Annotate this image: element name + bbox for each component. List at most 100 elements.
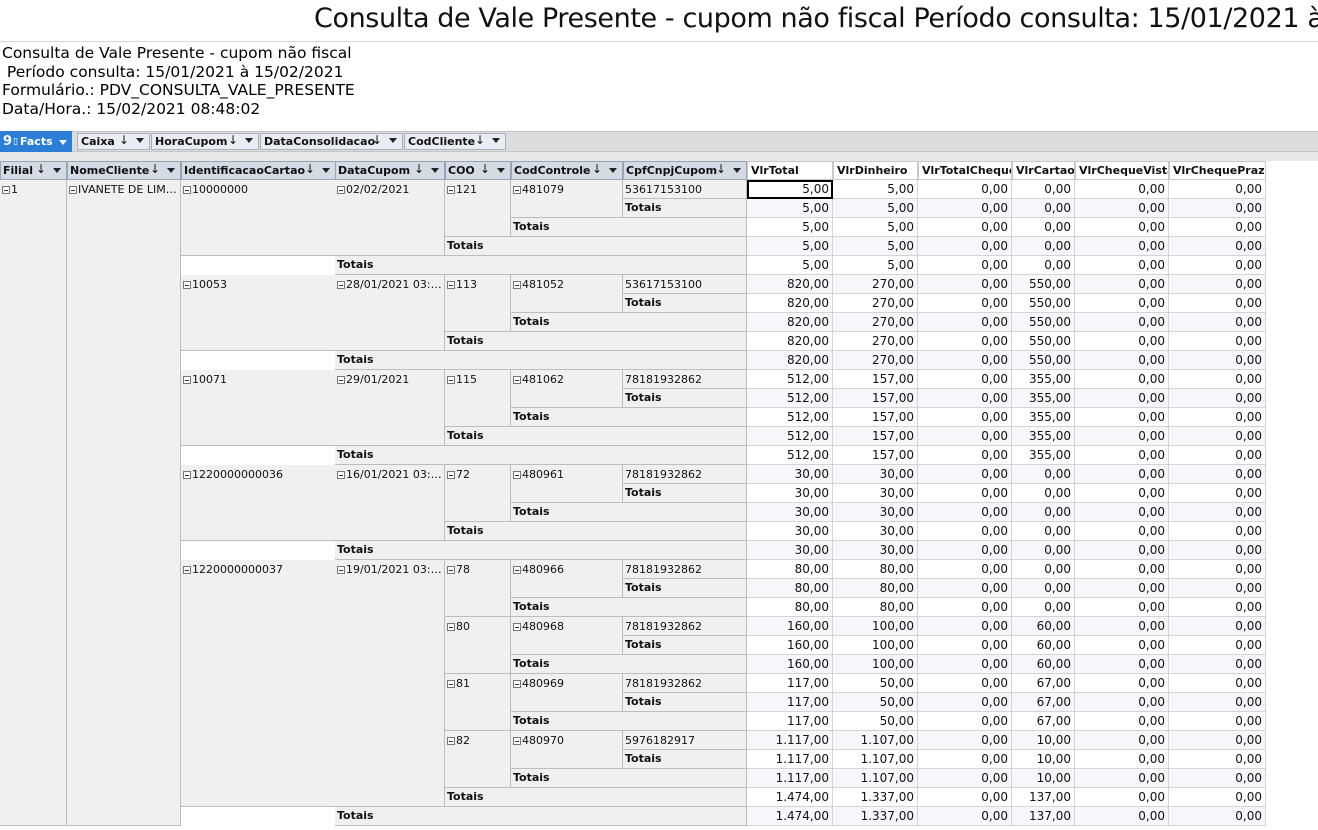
- value-cell-vlrtotalcheque[interactable]: 0,00: [918, 769, 1012, 788]
- coo-cell[interactable]: 113: [445, 275, 511, 332]
- value-cell-vlrdinheiro[interactable]: 80,00: [833, 560, 918, 579]
- value-cell-vlrchequevista[interactable]: 0,00: [1075, 275, 1169, 294]
- collapse-icon[interactable]: [447, 737, 455, 745]
- value-cell-vlrtotalcheque[interactable]: 0,00: [918, 294, 1012, 313]
- data-cupom-cell[interactable]: 28/01/2021 03:…: [335, 275, 445, 351]
- value-cell-vlrchequeprazo[interactable]: 0,00: [1169, 446, 1266, 465]
- value-cell-vlrtotal[interactable]: 5,00: [747, 256, 833, 275]
- chevron-down-icon[interactable]: [733, 168, 741, 173]
- value-cell-vlrdinheiro[interactable]: 1.337,00: [833, 788, 918, 807]
- chevron-down-icon[interactable]: [389, 138, 397, 143]
- value-cell-vlrchequeprazo[interactable]: 0,00: [1169, 655, 1266, 674]
- chevron-down-icon[interactable]: [245, 138, 253, 143]
- column-header-vlrtotal[interactable]: VlrTotal: [747, 161, 833, 180]
- value-cell-vlrcartao[interactable]: 60,00: [1012, 636, 1075, 655]
- value-cell-vlrchequeprazo[interactable]: 0,00: [1169, 750, 1266, 769]
- value-cell-vlrcartao[interactable]: 355,00: [1012, 389, 1075, 408]
- value-cell-vlrdinheiro[interactable]: 157,00: [833, 427, 918, 446]
- value-cell-vlrdinheiro[interactable]: 50,00: [833, 693, 918, 712]
- value-cell-vlrtotal[interactable]: 1.117,00: [747, 731, 833, 750]
- value-cell-vlrtotalcheque[interactable]: 0,00: [918, 218, 1012, 237]
- value-cell-vlrtotalcheque[interactable]: 0,00: [918, 313, 1012, 332]
- collapse-icon[interactable]: [513, 737, 521, 745]
- value-cell-vlrtotalcheque[interactable]: 0,00: [918, 617, 1012, 636]
- value-cell-vlrchequeprazo[interactable]: 0,00: [1169, 351, 1266, 370]
- collapse-icon[interactable]: [447, 471, 455, 479]
- value-cell-vlrcartao[interactable]: 10,00: [1012, 731, 1075, 750]
- value-cell-vlrdinheiro[interactable]: 5,00: [833, 199, 918, 218]
- value-cell-vlrchequeprazo[interactable]: 0,00: [1169, 579, 1266, 598]
- value-cell-vlrdinheiro[interactable]: 30,00: [833, 465, 918, 484]
- value-cell-vlrcartao[interactable]: 0,00: [1012, 180, 1075, 199]
- collapse-icon[interactable]: [513, 471, 521, 479]
- value-cell-vlrtotalcheque[interactable]: 0,00: [918, 674, 1012, 693]
- value-cell-vlrdinheiro[interactable]: 157,00: [833, 370, 918, 389]
- value-cell-vlrtotal[interactable]: 1.474,00: [747, 807, 833, 826]
- value-cell-vlrdinheiro[interactable]: 1.107,00: [833, 731, 918, 750]
- collapse-icon[interactable]: [513, 281, 521, 289]
- data-cupom-cell[interactable]: 19/01/2021 03:…: [335, 560, 445, 807]
- value-cell-vlrtotal[interactable]: 5,00: [747, 199, 833, 218]
- collapse-icon[interactable]: [447, 376, 455, 384]
- coo-cell[interactable]: 121: [445, 180, 511, 237]
- value-cell-vlrchequeprazo[interactable]: 0,00: [1169, 427, 1266, 446]
- value-cell-vlrtotal[interactable]: 820,00: [747, 332, 833, 351]
- value-cell-vlrchequeprazo[interactable]: 0,00: [1169, 503, 1266, 522]
- coo-cell[interactable]: 115: [445, 370, 511, 427]
- value-cell-vlrcartao[interactable]: 550,00: [1012, 351, 1075, 370]
- value-cell-vlrdinheiro[interactable]: 270,00: [833, 313, 918, 332]
- value-cell-vlrchequevista[interactable]: 0,00: [1075, 769, 1169, 788]
- value-cell-vlrdinheiro[interactable]: 80,00: [833, 598, 918, 617]
- value-cell-vlrcartao[interactable]: 0,00: [1012, 598, 1075, 617]
- value-cell-vlrtotalcheque[interactable]: 0,00: [918, 237, 1012, 256]
- collapse-icon[interactable]: [2, 186, 10, 194]
- value-cell-vlrtotal[interactable]: 5,00: [747, 237, 833, 256]
- value-cell-vlrdinheiro[interactable]: 100,00: [833, 655, 918, 674]
- collapse-icon[interactable]: [337, 281, 345, 289]
- value-cell-vlrchequevista[interactable]: 0,00: [1075, 712, 1169, 731]
- value-cell-vlrtotalcheque[interactable]: 0,00: [918, 541, 1012, 560]
- value-cell-vlrtotal[interactable]: 1.117,00: [747, 750, 833, 769]
- value-cell-vlrtotal[interactable]: 30,00: [747, 503, 833, 522]
- column-header-vlrchequevista[interactable]: VlrChequeVista: [1075, 161, 1169, 180]
- value-cell-vlrchequevista[interactable]: 0,00: [1075, 237, 1169, 256]
- value-cell-vlrcartao[interactable]: 0,00: [1012, 237, 1075, 256]
- value-cell-vlrtotalcheque[interactable]: 0,00: [918, 579, 1012, 598]
- value-cell-vlrchequevista[interactable]: 0,00: [1075, 750, 1169, 769]
- value-cell-vlrchequeprazo[interactable]: 0,00: [1169, 712, 1266, 731]
- value-cell-vlrchequevista[interactable]: 0,00: [1075, 598, 1169, 617]
- value-cell-vlrtotal[interactable]: 117,00: [747, 674, 833, 693]
- value-cell-vlrchequeprazo[interactable]: 0,00: [1169, 693, 1266, 712]
- value-cell-vlrdinheiro[interactable]: 5,00: [833, 256, 918, 275]
- value-cell-vlrchequeprazo[interactable]: 0,00: [1169, 560, 1266, 579]
- cod-controle-cell[interactable]: 481079: [511, 180, 623, 218]
- chevron-down-icon[interactable]: [609, 168, 617, 173]
- value-cell-vlrtotal[interactable]: 30,00: [747, 522, 833, 541]
- value-cell-vlrcartao[interactable]: 0,00: [1012, 541, 1075, 560]
- collapse-icon[interactable]: [447, 623, 455, 631]
- collapse-icon[interactable]: [183, 281, 191, 289]
- value-cell-vlrtotalcheque[interactable]: 0,00: [918, 693, 1012, 712]
- row-header-identificacaocartao[interactable]: IdentificacaoCartao ↓: [181, 161, 336, 180]
- card-id-cell[interactable]: 10000000: [181, 180, 336, 256]
- value-cell-vlrdinheiro[interactable]: 270,00: [833, 332, 918, 351]
- value-cell-vlrtotal[interactable]: 5,00: [747, 218, 833, 237]
- value-cell-vlrtotalcheque[interactable]: 0,00: [918, 275, 1012, 294]
- value-cell-vlrchequevista[interactable]: 0,00: [1075, 484, 1169, 503]
- collapse-icon[interactable]: [513, 186, 521, 194]
- column-header-vlrtotalcheque[interactable]: VlrTotalCheque: [918, 161, 1012, 180]
- value-cell-vlrchequeprazo[interactable]: 0,00: [1169, 389, 1266, 408]
- value-cell-vlrtotalcheque[interactable]: 0,00: [918, 332, 1012, 351]
- collapse-icon[interactable]: [183, 471, 191, 479]
- value-cell-vlrdinheiro[interactable]: 5,00: [833, 180, 918, 199]
- value-cell-vlrtotal[interactable]: 160,00: [747, 617, 833, 636]
- card-id-cell[interactable]: 1220000000037: [181, 560, 336, 807]
- value-cell-vlrcartao[interactable]: 0,00: [1012, 503, 1075, 522]
- collapse-icon[interactable]: [183, 566, 191, 574]
- collapse-icon[interactable]: [447, 566, 455, 574]
- row-header-filial[interactable]: Filial ↓: [0, 161, 67, 180]
- value-cell-vlrchequevista[interactable]: 0,00: [1075, 636, 1169, 655]
- row-header-coo[interactable]: COO ↓: [445, 161, 511, 180]
- cod-controle-cell[interactable]: 480968: [511, 617, 623, 655]
- value-cell-vlrdinheiro[interactable]: 1.337,00: [833, 807, 918, 826]
